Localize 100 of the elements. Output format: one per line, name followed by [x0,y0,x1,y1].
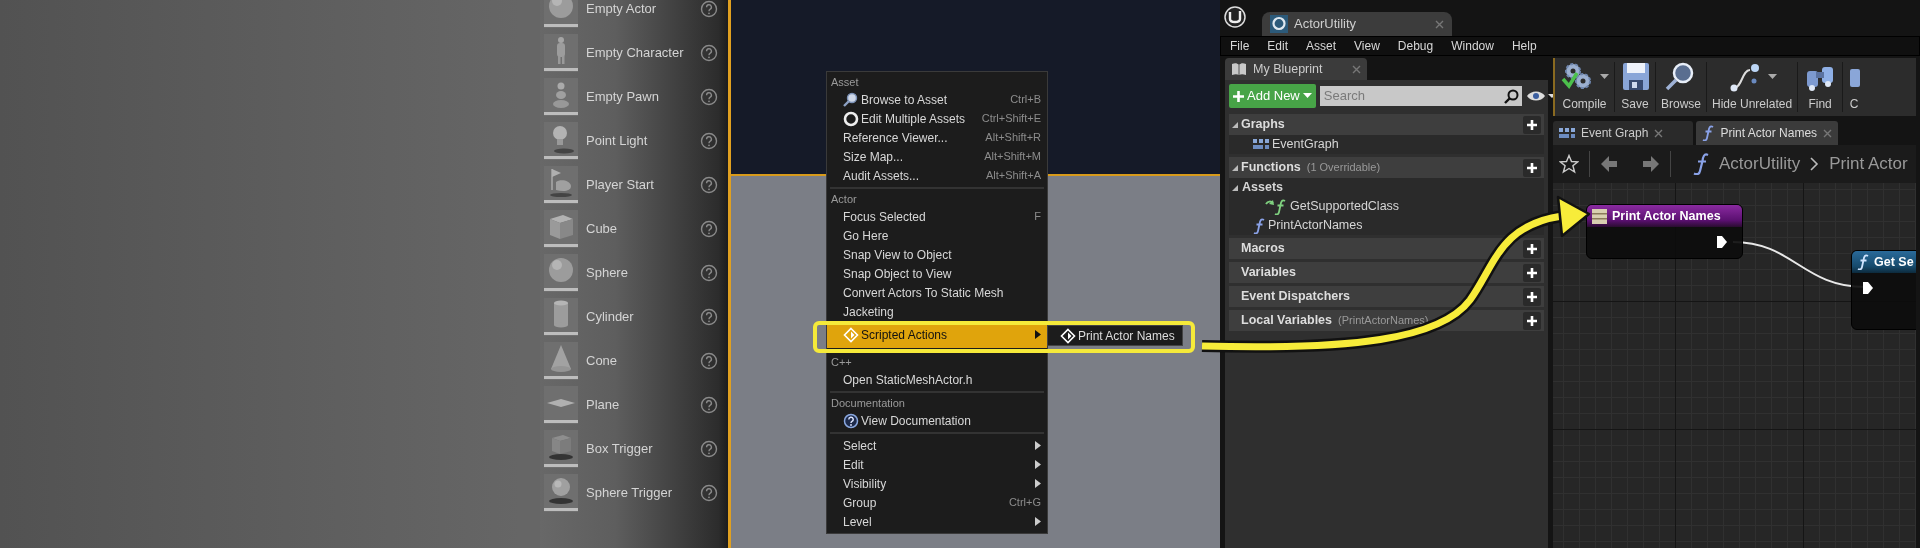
star-icon[interactable] [1559,154,1579,174]
actor-label[interactable]: Empty Actor [586,0,657,19]
help-icon[interactable] [700,440,718,458]
menu-item[interactable]: Focus Selected F [827,207,1047,226]
actor-label[interactable]: Player Start [586,175,654,195]
table-icon [1592,208,1607,224]
graph-tab[interactable]: Print Actor Names [1696,121,1839,145]
close-icon[interactable] [1823,128,1833,138]
menu-item[interactable]: Print Actor Names [1048,326,1182,345]
help-icon[interactable] [700,352,718,370]
menu-item[interactable]: Browse to Asset Ctrl+B [827,90,1047,109]
actor-label[interactable]: Cylinder [586,307,634,327]
toolbar-button[interactable]: Find [1798,58,1843,116]
help-icon[interactable] [700,220,718,238]
tree-item[interactable]: EventGraph [1229,135,1544,154]
actor-label[interactable]: Cone [586,351,618,371]
asset-tab[interactable]: ActorUtility [1262,12,1452,36]
section-header[interactable]: Local Variables (PrintActorNames) [1229,310,1544,331]
add-icon[interactable] [1523,263,1541,282]
actor-label[interactable]: Cube [586,219,618,239]
close-icon[interactable] [1654,128,1664,138]
exec-pin-icon[interactable] [1862,281,1874,295]
tree-item[interactable]: GetSupportedClass [1229,197,1544,216]
menu-item[interactable]: Select [827,436,1047,455]
section-header[interactable]: Macros [1229,238,1544,259]
function-icon [1253,217,1265,234]
section-header[interactable]: Variables [1229,262,1544,283]
expand-triangle-icon[interactable] [1231,120,1239,129]
help-icon[interactable] [700,308,718,326]
add-icon[interactable] [1523,311,1541,330]
menu-item[interactable]: Open StaticMeshActor.h [827,370,1047,389]
menu-item[interactable]: Size Map... Alt+Shift+M [827,147,1047,166]
category-row[interactable]: Assets [1229,178,1544,197]
help-icon[interactable] [700,176,718,194]
menu-bar-item[interactable]: Asset [1297,37,1346,55]
section-header[interactable]: Graphs [1229,114,1544,135]
toolbar-button[interactable]: Save [1615,58,1655,116]
graph-node[interactable]: Print Actor Names [1586,204,1743,259]
forward-arrow-icon[interactable] [1642,155,1660,173]
tree-item[interactable]: PrintActorNames [1229,216,1544,235]
actor-label[interactable]: Point Light [586,131,648,151]
graph-tab[interactable]: Event Graph [1553,121,1694,145]
toolbar-button[interactable]: Hide Unrelated [1707,58,1798,116]
back-arrow-icon[interactable] [1600,155,1618,173]
menu-item[interactable]: Snap View to Object [827,245,1047,264]
help-icon[interactable] [700,396,718,414]
menu-item[interactable]: Jacketing [827,302,1047,321]
function-icon [1857,254,1869,270]
close-icon[interactable] [1435,19,1444,29]
help-icon[interactable] [700,44,718,62]
expand-triangle-icon[interactable] [1231,183,1239,192]
menu-item[interactable]: Go Here [827,226,1047,245]
menu-bar-item[interactable]: File [1221,37,1259,55]
add-icon[interactable] [1523,158,1541,177]
help-icon [843,412,859,429]
section-title: Variables [1241,264,1296,282]
menu-bar-item[interactable]: View [1345,37,1389,55]
exec-pin-icon[interactable] [1716,235,1728,249]
menu-bar-item[interactable]: Edit [1258,37,1298,55]
add-icon[interactable] [1523,287,1541,306]
menu-bar-item[interactable]: Help [1502,37,1546,55]
menu-item[interactable]: Audit Assets... Alt+Shift+A [827,166,1047,185]
menu-item[interactable]: Level [827,512,1047,531]
breadcrumb-link[interactable]: ActorUtility [1719,151,1801,177]
section-header[interactable]: Functions (1 Overridable) [1229,157,1544,178]
override-function-icon [1265,198,1287,215]
breadcrumb-link[interactable]: Print Actor [1829,151,1908,177]
help-icon[interactable] [700,0,718,18]
actor-label[interactable]: Plane [586,395,620,415]
actor-label[interactable]: Empty Character [586,43,684,63]
help-icon[interactable] [700,132,718,150]
menu-item[interactable]: Snap Object to View [827,264,1047,283]
actor-label[interactable]: Empty Pawn [586,87,659,107]
help-icon[interactable] [700,484,718,502]
menu-item[interactable]: View Documentation [827,411,1047,430]
menu-item[interactable]: Edit Multiple Assets Ctrl+Shift+E [827,109,1047,128]
help-icon[interactable] [700,88,718,106]
toolbar-button[interactable]: Compile [1555,58,1614,116]
menu-bar-item[interactable]: Debug [1388,37,1443,55]
menu-item[interactable]: Group Ctrl+G [827,493,1047,512]
expand-triangle-icon[interactable] [1231,163,1239,172]
actor-label[interactable]: Sphere [586,263,628,283]
actor-label[interactable]: Box Trigger [586,439,653,459]
menu-item[interactable]: Visibility [827,474,1047,493]
section-header[interactable]: Event Dispatchers [1229,286,1544,307]
toolbar-button[interactable]: Browse [1656,58,1706,116]
toolbar-button[interactable]: C [1843,58,1866,116]
actor-label[interactable]: Sphere Trigger [586,483,672,503]
help-icon[interactable] [700,264,718,282]
add-icon[interactable] [1523,115,1541,134]
menu-item[interactable]: Convert Actors To Static Mesh [827,283,1047,302]
menu-bar-item[interactable]: Window [1442,37,1503,55]
cube-icon [544,210,578,248]
close-icon[interactable] [1352,64,1361,74]
menu-item[interactable]: Edit [827,455,1047,474]
diamond-icon [843,326,859,343]
add-icon[interactable] [1523,239,1541,258]
graph-node[interactable]: Get Se [1851,250,1916,330]
panel-tab[interactable]: My Blueprint [1225,58,1367,80]
menu-item[interactable]: Reference Viewer... Alt+Shift+R [827,128,1047,147]
